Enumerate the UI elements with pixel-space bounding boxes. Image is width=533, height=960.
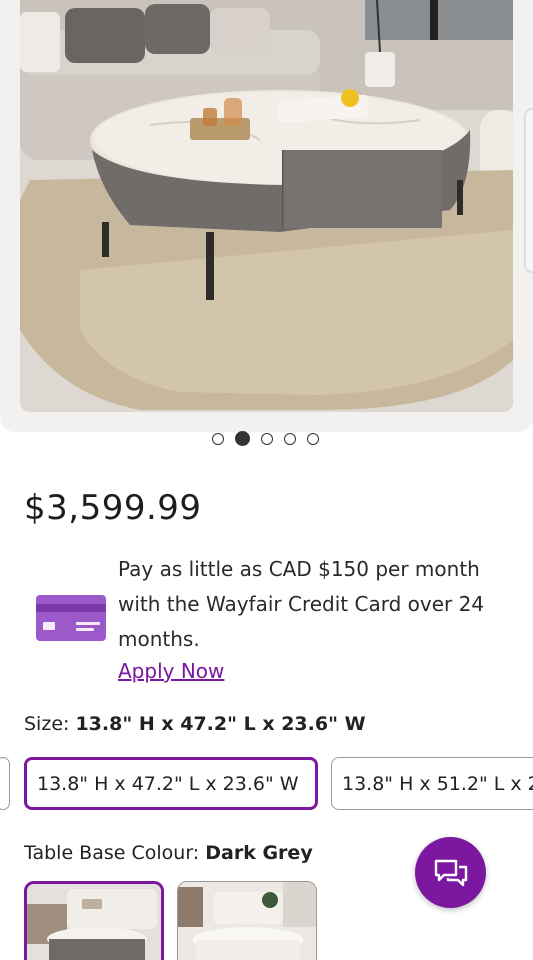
colour-label: Table Base Colour: <box>24 842 200 864</box>
size-label: Size: <box>24 713 70 735</box>
chat-bubbles-icon <box>434 859 467 886</box>
size-option-previous[interactable] <box>0 757 10 810</box>
product-price: $3,599.99 <box>24 488 202 528</box>
carousel-dot[interactable] <box>212 432 224 445</box>
size-option[interactable]: 13.8" H x 51.2" L x 2 <box>331 757 533 810</box>
size-heading: Size: 13.8" H x 47.2" L x 23.6" W <box>24 713 366 735</box>
colour-selected-value: Dark Grey <box>205 842 313 864</box>
product-photo[interactable] <box>20 0 513 412</box>
size-selected-value: 13.8" H x 47.2" L x 23.6" W <box>75 713 366 735</box>
chat-button[interactable] <box>415 837 486 908</box>
next-image-peek[interactable] <box>524 108 533 273</box>
size-option-selected[interactable]: 13.8" H x 47.2" L x 23.6" W <box>24 757 318 810</box>
apply-now-link[interactable]: Apply Now <box>118 659 224 683</box>
colour-swatch-option[interactable] <box>177 881 317 960</box>
product-image-carousel[interactable] <box>0 0 533 432</box>
colour-heading: Table Base Colour: Dark Grey <box>24 842 313 864</box>
carousel-dots[interactable] <box>212 431 319 446</box>
credit-card-icon <box>36 595 106 641</box>
colour-swatch-selected[interactable] <box>24 881 164 960</box>
credit-offer-text: Pay as little as CAD $150 per month with… <box>118 557 485 651</box>
carousel-dot[interactable] <box>307 432 319 445</box>
carousel-dot[interactable] <box>284 432 296 445</box>
carousel-dot[interactable] <box>261 432 273 445</box>
carousel-dot-active[interactable] <box>235 431 250 446</box>
